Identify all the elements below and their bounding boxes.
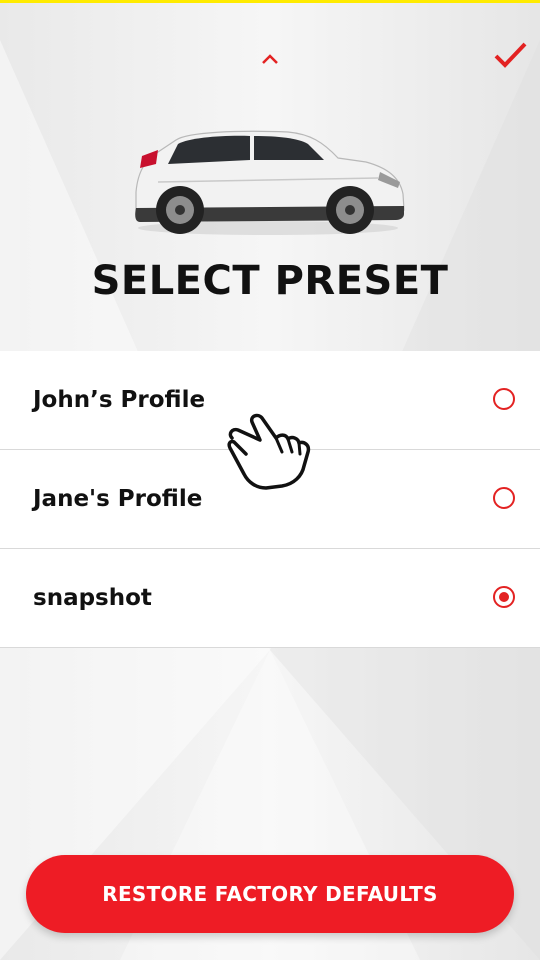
restore-factory-defaults-button[interactable]: RESTORE FACTORY DEFAULTS	[26, 855, 514, 933]
checkmark-icon[interactable]	[490, 38, 530, 72]
preset-label: Jane's Profile	[33, 486, 203, 512]
preset-label: snapshot	[33, 585, 152, 611]
preset-list: John’s Profile Jane's Profile snapshot	[0, 351, 540, 648]
tap-gesture-hand-icon	[227, 413, 311, 490]
preset-item-snapshot[interactable]: snapshot	[0, 549, 540, 648]
radio-button[interactable]	[493, 388, 515, 410]
radio-button-selected[interactable]	[493, 586, 515, 608]
preset-label: John’s Profile	[33, 387, 206, 413]
page-title: SELECT PRESET	[91, 258, 449, 304]
radio-button[interactable]	[493, 487, 515, 509]
car-image	[135, 130, 405, 235]
chevron-up-icon[interactable]	[255, 47, 285, 73]
